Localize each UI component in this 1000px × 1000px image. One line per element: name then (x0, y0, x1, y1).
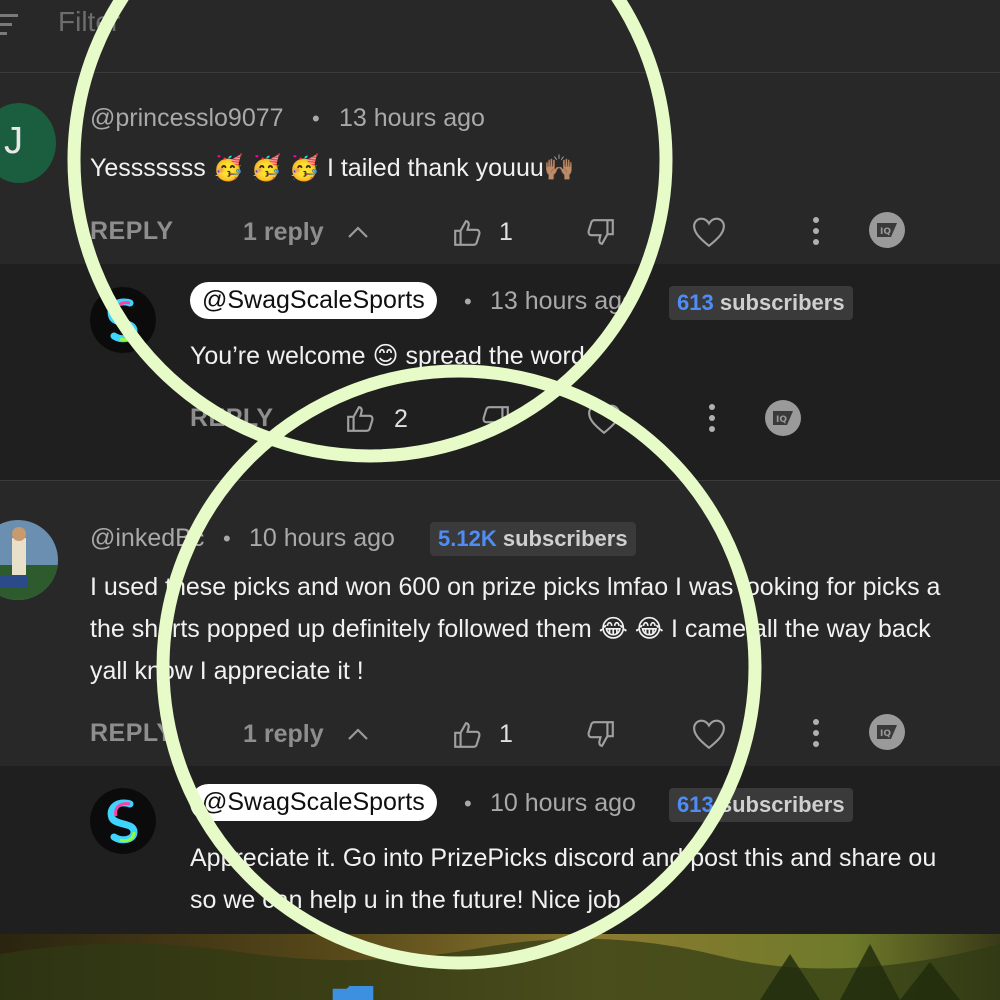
separator-dot: • (223, 526, 231, 551)
channel-handle[interactable]: @SwagScaleSports (190, 282, 437, 319)
channel-avatar[interactable] (90, 788, 156, 854)
svg-text:IQ: IQ (880, 729, 891, 739)
channel-handle[interactable]: @SwagScaleSports (190, 784, 437, 821)
like-count: 2 (394, 405, 408, 433)
reply-text: You’re welcome 😊 spread the word (190, 342, 585, 370)
thumbs-down-icon[interactable] (586, 217, 616, 247)
reply-text-line: Appreciate it. Go into PrizePicks discor… (190, 844, 937, 872)
comment-time[interactable]: 10 hours ago (249, 524, 395, 553)
more-options-icon[interactable] (812, 718, 820, 748)
chevron-up-icon[interactable] (346, 723, 370, 747)
background-wallpaper (0, 934, 1000, 1000)
replies-toggle[interactable]: 1 reply (243, 720, 324, 749)
reply-button[interactable]: REPLY (90, 719, 174, 748)
svg-text:IQ: IQ (776, 415, 787, 425)
comment-time[interactable]: 13 hours ago (339, 104, 485, 133)
like-count: 1 (499, 720, 513, 748)
avatar[interactable] (0, 520, 58, 600)
comment-text-line: I used these picks and won 600 on prize … (90, 573, 941, 601)
thumbs-up-icon[interactable] (345, 404, 375, 434)
more-options-icon[interactable] (812, 216, 820, 246)
subscriber-badge: 613 subscribers (669, 788, 853, 822)
filter-icon[interactable] (0, 10, 22, 40)
subscriber-label: subscribers (719, 792, 845, 817)
divider (0, 480, 1000, 481)
separator-dot: • (464, 791, 472, 816)
filter-label[interactable]: Filter (58, 6, 120, 38)
chevron-up-icon[interactable] (346, 221, 370, 245)
iq-extension-icon[interactable]: IQ (763, 398, 803, 438)
iq-extension-icon[interactable]: IQ (867, 210, 907, 250)
thumbs-down-icon[interactable] (586, 719, 616, 749)
subscriber-count: 613 (677, 290, 714, 315)
comment-author[interactable]: @inkedBc (90, 524, 204, 553)
subscriber-label: subscribers (719, 290, 845, 315)
subscriber-count: 613 (677, 792, 714, 817)
comment-text-line: the shorts popped up definitely followed… (90, 615, 931, 643)
folder-icon[interactable] (322, 986, 384, 1000)
channel-avatar[interactable] (90, 287, 156, 353)
heart-icon[interactable] (587, 403, 621, 435)
thumbs-up-icon[interactable] (452, 218, 482, 248)
heart-icon[interactable] (692, 718, 726, 750)
avatar-letter: J (4, 120, 23, 162)
subscriber-count: 5.12K (438, 526, 497, 551)
reply-time[interactable]: 13 hours ago (490, 287, 636, 316)
thumbs-up-icon[interactable] (452, 720, 482, 750)
more-options-icon[interactable] (708, 403, 716, 433)
thumbs-down-icon[interactable] (481, 404, 511, 434)
reply-time[interactable]: 10 hours ago (490, 789, 636, 818)
svg-text:IQ: IQ (880, 227, 891, 237)
replies-toggle[interactable]: 1 reply (243, 218, 324, 247)
like-count: 1 (499, 218, 513, 246)
reply-button[interactable]: REPLY (190, 404, 274, 433)
subscriber-badge: 5.12K subscribers (430, 522, 636, 556)
filter-bar (0, 0, 1000, 73)
separator-dot: • (464, 289, 472, 314)
separator-dot: • (312, 106, 320, 131)
reply-button[interactable]: REPLY (90, 217, 174, 246)
comment-author[interactable]: @princesslo9077 (90, 104, 284, 133)
iq-extension-icon[interactable]: IQ (867, 712, 907, 752)
subscriber-badge: 613 subscribers (669, 286, 853, 320)
reply-text-line: so we can help u in the future! Nice job (190, 886, 621, 914)
heart-icon[interactable] (692, 216, 726, 248)
subscriber-label: subscribers (502, 526, 628, 551)
comment-text-line: yall know I appreciate it ! (90, 657, 364, 685)
comment-text: Yesssssss 🥳 🥳 🥳 I tailed thank youuu🙌🏽 (90, 154, 575, 182)
